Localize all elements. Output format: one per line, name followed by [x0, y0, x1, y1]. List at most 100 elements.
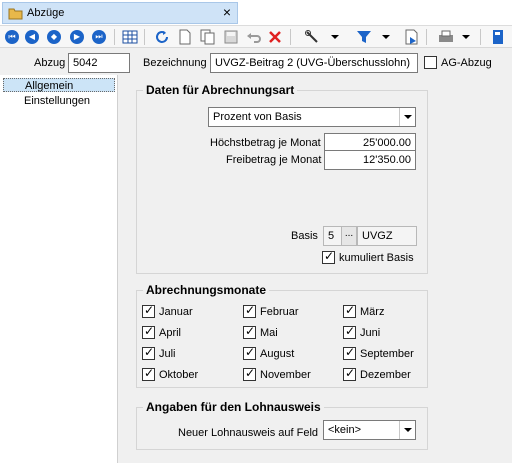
month-label: Oktober [159, 369, 199, 381]
freibetrag-label: Freibetrag je Monat [226, 154, 322, 166]
hoechstbetrag-label: Höchstbetrag je Monat [210, 137, 321, 149]
chevron-down-icon [331, 35, 339, 39]
kumuliert-basis-checkbox[interactable]: ✓ [322, 249, 335, 264]
save-icon [224, 30, 238, 44]
month-checkbox-september[interactable]: ✓ [343, 345, 356, 360]
document-tab[interactable]: Abzüge × [2, 2, 238, 24]
month-checkbox-august[interactable]: ✓ [243, 345, 256, 360]
refresh-icon [156, 31, 168, 43]
tools-icon [305, 30, 318, 43]
month-checkbox-juli[interactable]: ✓ [142, 345, 155, 360]
abzug-label: Abzug [34, 57, 66, 69]
refresh-button[interactable] [153, 28, 171, 46]
basis-lookup-button[interactable]: ... [341, 226, 357, 246]
export-button[interactable] [403, 28, 421, 46]
chevron-down-icon [399, 108, 415, 126]
month-checkbox-maerz[interactable]: ✓ [343, 303, 356, 318]
checkmark-icon: ✓ [144, 345, 155, 359]
ag-abzug-checkbox[interactable] [424, 56, 437, 69]
month-label: Juni [360, 327, 381, 339]
export-icon [405, 29, 418, 45]
kumuliert-basis-label: kumuliert Basis [339, 252, 414, 264]
next-record-icon: ▶ [70, 30, 84, 44]
checkmark-icon: ✓ [345, 303, 356, 317]
find-record-button[interactable]: ◆ [45, 28, 63, 46]
month-checkbox-dezember[interactable]: ✓ [343, 366, 356, 381]
abzug-number-field[interactable]: 5042 [68, 53, 130, 73]
toolbar: ⏮ ◀ ◆ ▶ ⏭ [0, 26, 512, 48]
delete-icon [269, 31, 281, 43]
close-icon[interactable]: × [223, 4, 231, 20]
tools-button[interactable] [303, 28, 321, 46]
month-label: Mai [260, 327, 278, 339]
tools-dropdown[interactable] [326, 28, 344, 46]
month-label: März [360, 306, 385, 318]
abrechnungsart-title: Daten für Abrechnungsart [143, 83, 298, 97]
copy-button[interactable] [199, 28, 217, 46]
lohnausweis-feld-label: Neuer Lohnausweis auf Feld [178, 427, 319, 439]
checkmark-icon: ✓ [245, 345, 256, 359]
month-label: Januar [159, 306, 193, 318]
abrechnungsart-value: Prozent von Basis [213, 111, 302, 123]
undo-button[interactable] [245, 28, 263, 46]
month-checkbox-februar[interactable]: ✓ [243, 303, 256, 318]
new-document-button[interactable] [176, 28, 194, 46]
checkmark-icon: ✓ [245, 324, 256, 338]
previous-record-button[interactable]: ◀ [23, 28, 41, 46]
month-label: Februar [260, 306, 299, 318]
lohnausweis-feld-dropdown[interactable]: <kein> [323, 420, 416, 440]
table-view-icon [122, 30, 138, 44]
title-bar: Abzüge × [0, 0, 512, 26]
next-record-button[interactable]: ▶ [68, 28, 86, 46]
month-label: September [360, 348, 414, 360]
month-label: August [260, 348, 295, 360]
last-record-button[interactable]: ⏭ [90, 28, 108, 46]
delete-button[interactable] [266, 28, 284, 46]
month-checkbox-april[interactable]: ✓ [142, 324, 155, 339]
checkmark-icon: ✓ [324, 249, 335, 263]
sidebar-item-allgemein[interactable]: Allgemein [3, 78, 115, 92]
new-document-icon [179, 29, 191, 45]
first-record-icon: ⏮ [5, 30, 19, 44]
freibetrag-field[interactable]: 12'350.00 [324, 150, 416, 170]
sidebar: Allgemein Einstellungen [0, 75, 118, 463]
print-icon [439, 30, 453, 42]
checkmark-icon: ✓ [144, 366, 155, 380]
month-checkbox-november[interactable]: ✓ [243, 366, 256, 381]
table-view-button[interactable] [121, 28, 139, 46]
checkmark-icon: ✓ [144, 324, 155, 338]
help-book-button[interactable] [489, 28, 507, 46]
print-button[interactable] [437, 28, 455, 46]
checkmark-icon: ✓ [245, 366, 256, 380]
month-checkbox-oktober[interactable]: ✓ [142, 366, 155, 381]
previous-record-icon: ◀ [25, 30, 39, 44]
basis-number-field[interactable]: 5 [323, 226, 343, 246]
month-checkbox-januar[interactable]: ✓ [142, 303, 155, 318]
filter-button[interactable] [355, 28, 373, 46]
abrechnungsart-dropdown[interactable]: Prozent von Basis [208, 107, 416, 127]
save-button[interactable] [222, 28, 240, 46]
checkmark-icon: ✓ [144, 303, 155, 317]
month-checkbox-mai[interactable]: ✓ [243, 324, 256, 339]
bezeichnung-field[interactable]: UVGZ-Beitrag 2 (UVG-Überschusslohn) [210, 53, 418, 73]
bezeichnung-label: Bezeichnung [143, 57, 207, 69]
month-checkbox-juni[interactable]: ✓ [343, 324, 356, 339]
undo-icon [247, 33, 261, 43]
chevron-down-icon [382, 35, 390, 39]
book-icon [493, 30, 503, 44]
first-record-button[interactable]: ⏮ [3, 28, 21, 46]
copy-icon [200, 29, 215, 45]
month-label: Juli [159, 348, 176, 360]
chevron-down-icon [462, 35, 470, 39]
abrechnungsmonate-title: Abrechnungsmonate [143, 283, 270, 297]
sidebar-item-einstellungen[interactable]: Einstellungen [3, 94, 115, 108]
window-title: Abzüge [27, 7, 65, 19]
checkmark-icon: ✓ [245, 303, 256, 317]
month-label: November [260, 369, 311, 381]
checkmark-icon: ✓ [345, 345, 356, 359]
filter-dropdown[interactable] [377, 28, 395, 46]
lohnausweis-title: Angaben für den Lohnausweis [143, 400, 324, 414]
print-dropdown[interactable] [457, 28, 475, 46]
lohnausweis-feld-value: <kein> [328, 424, 362, 436]
checkmark-icon: ✓ [345, 366, 356, 380]
